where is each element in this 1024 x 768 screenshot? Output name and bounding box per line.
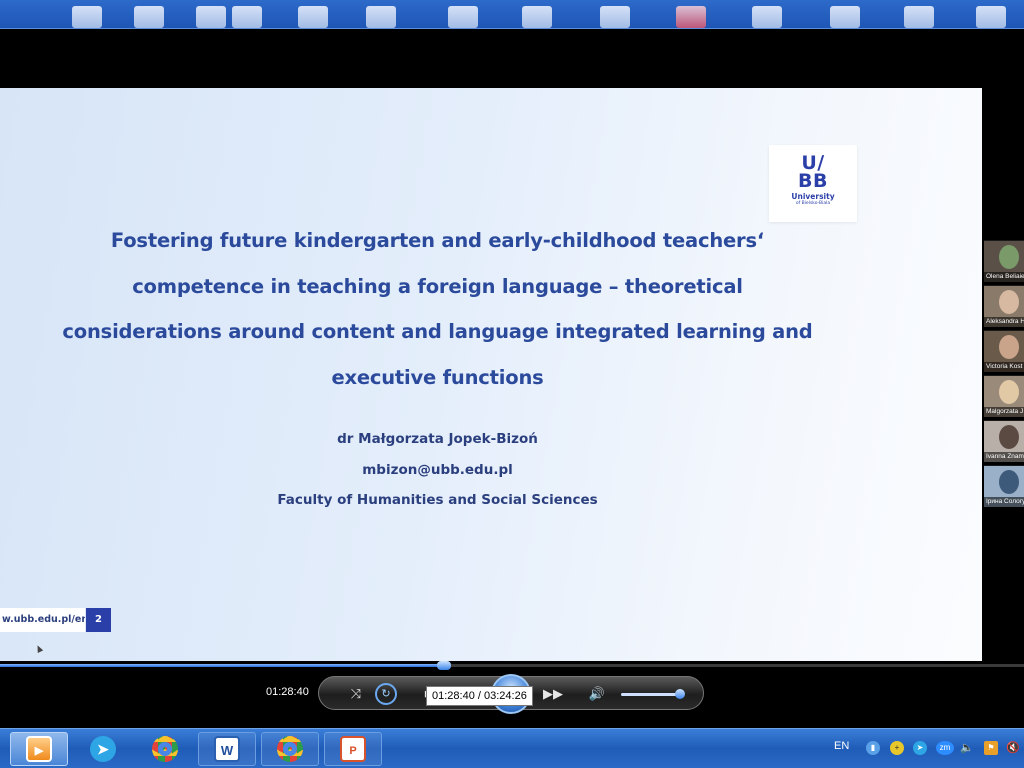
taskbar-chrome[interactable] [136,732,194,766]
slide-title: Fostering future kindergarten and early-… [62,229,813,389]
presentation-slide: Fostering future kindergarten and early-… [0,88,982,661]
seek-progress [0,664,445,667]
slide-faculty: Faculty of Humanities and Social Science… [277,492,598,508]
taskbar-powerpoint[interactable]: P [324,732,382,766]
volume-level [621,693,680,696]
participant-tile[interactable]: Victoria Kost [984,330,1024,372]
taskbar-word[interactable]: W [198,732,256,766]
desktop-icon[interactable] [232,6,262,28]
mouse-cursor-icon [34,644,44,653]
participant-name: Ірина Сологу [984,497,1024,507]
avatar [999,245,1019,269]
avatar [999,470,1019,494]
desktop-icon[interactable] [904,6,934,28]
participant-tile[interactable]: Malgorzata J [984,375,1024,417]
tray-plus-icon[interactable]: + [890,741,904,755]
desktop-icon-strip [0,0,1024,29]
slide-number: 2 [86,608,111,632]
avatar [999,290,1019,314]
video-area[interactable]: Fostering future kindergarten and early-… [0,30,1024,662]
desktop-icon[interactable] [600,6,630,28]
desktop-icon[interactable] [366,6,396,28]
participant-tile[interactable]: Aleksandra H [984,285,1024,327]
participant-tile[interactable]: Ivanna Znam [984,420,1024,462]
chrome-profile-icon [277,736,303,762]
participant-tile[interactable]: Ірина Сологу [984,465,1024,507]
footer-url: w.ubb.edu.pl/en [0,608,85,632]
avatar [999,380,1019,404]
tray-zoom-icon[interactable]: zm [936,741,954,755]
media-player-icon: ▶ [26,736,52,762]
volume-slider[interactable] [621,689,685,699]
word-icon: W [214,736,240,762]
tray-telegram-icon[interactable]: ➤ [913,741,927,755]
desktop-icon[interactable] [830,6,860,28]
pdf-desktop-icon[interactable] [676,6,706,28]
desktop-icon[interactable] [134,6,164,28]
desktop-icon[interactable] [522,6,552,28]
volume-icon[interactable]: 🔊 [587,684,607,704]
tray-speaker-icon[interactable]: 🔇 [1006,741,1020,755]
tray-icon[interactable]: ▮ [866,741,880,755]
participant-name: Ivanna Znam [984,452,1024,462]
language-indicator[interactable]: EN [834,740,849,752]
participant-name: Victoria Kost [984,362,1024,372]
slide-email: mbizon@ubb.edu.pl [362,462,513,478]
desktop-icon[interactable] [448,6,478,28]
powerpoint-icon: P [340,736,366,762]
participant-tile[interactable]: Olena Beliaie [984,240,1024,282]
taskbar: ▶ ➤ W P EN ▮ + ➤ zm 🔈 ⚑ 🔇 [0,728,1024,768]
participant-list: Olena Beliaie Aleksandra H Victoria Kost… [984,240,1024,512]
telegram-icon: ➤ [90,736,116,762]
participant-name: Malgorzata J [984,407,1024,417]
desktop-icon[interactable] [196,6,226,28]
avatar [999,335,1019,359]
volume-thumb[interactable] [674,689,685,699]
desktop-icon[interactable] [976,6,1006,28]
desktop-icon[interactable] [298,6,328,28]
shuffle-icon[interactable]: ⤨ [346,684,366,704]
taskbar-chrome-profile[interactable] [261,732,319,766]
participant-name: Olena Beliaie [984,272,1024,282]
chrome-icon [152,736,178,762]
desktop-icon[interactable] [752,6,782,28]
logo-sub: of Bielsko-Biala [795,201,831,206]
university-logo: U∕ BB University of Bielsko-Biala [769,145,857,222]
next-icon[interactable]: ▶▶ [541,684,565,704]
repeat-icon[interactable]: ↻ [375,683,397,705]
slide-author: dr Małgorzata Jopek-Bizoń [337,431,538,447]
elapsed-time: 01:28:40 [266,686,309,698]
avatar [999,425,1019,449]
taskbar-media-player[interactable]: ▶ [10,732,68,766]
seek-bar[interactable] [0,661,1024,670]
time-tooltip: 01:28:40 / 03:24:26 [426,686,533,706]
desktop-icon[interactable] [72,6,102,28]
seek-thumb[interactable] [437,661,452,670]
player-controls: 01:28:40 ⤨ ↻ ■ ❚❚ ▶▶ 🔊 01:28:40 / 03:24:… [0,661,1024,728]
logo-mark: U∕ BB [798,152,828,192]
participant-name: Aleksandra H [984,317,1024,327]
tray-network-icon[interactable]: ⚑ [984,741,998,755]
logo-name: University [791,192,835,201]
taskbar-telegram[interactable]: ➤ [74,732,132,766]
tray-volume-icon[interactable]: 🔈 [960,741,974,755]
